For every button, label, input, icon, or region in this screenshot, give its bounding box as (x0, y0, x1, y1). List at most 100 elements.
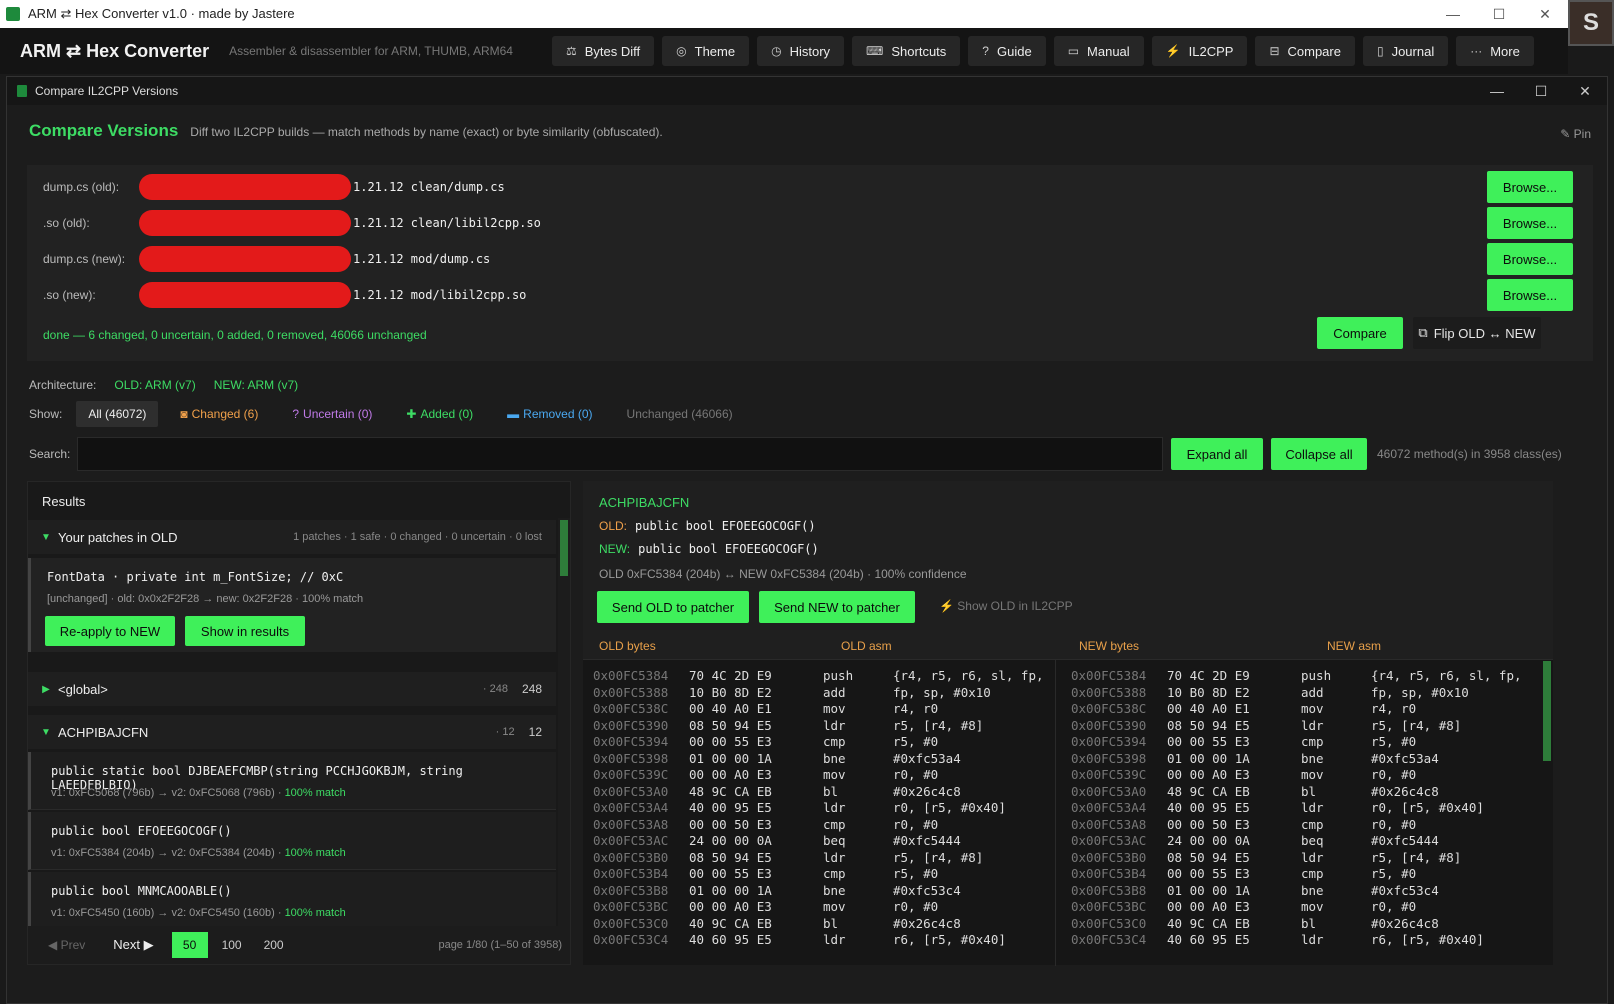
filter-unchanged[interactable]: Unchanged (46066) (615, 401, 745, 427)
code-line: 0x00FC53C4 40 60 95 E5 ldr r6, [r5, #0x40] (593, 932, 1053, 949)
show-old-il2cpp-button[interactable]: ⚡ Show OLD in IL2CPP (939, 599, 1073, 613)
send-old-button[interactable]: Send OLD to patcher (597, 591, 749, 623)
code-bytes: 00 00 50 E3 (1167, 816, 1250, 832)
group-global[interactable]: ▶ <global> · 248 248 (28, 672, 556, 706)
keyboard-icon: ⌨ (866, 44, 884, 58)
code-bytes: 00 40 A0 E1 (1167, 701, 1250, 716)
code-address: 0x00FC5384 (593, 668, 669, 683)
nav-theme-button[interactable]: ◎ Theme (662, 36, 750, 66)
page-size-200[interactable]: 200 (256, 932, 292, 958)
code-address: 0x00FC539C (1071, 767, 1147, 782)
browse-button[interactable]: Browse... (1487, 207, 1573, 239)
arch-new: NEW: ARM (v7) (213, 378, 299, 392)
code-address: 0x00FC53A0 (593, 783, 669, 799)
nav-manual-button[interactable]: ▭ Manual (1053, 36, 1144, 66)
code-line: 0x00FC53B0 08 50 94 E5 ldr r5, [r4, #8] (593, 850, 1053, 867)
browse-button[interactable]: Browse... (1487, 171, 1573, 203)
code-address: 0x00FC53B8 (593, 882, 669, 898)
code-mnemonic: add (823, 684, 846, 700)
code-mnemonic: bne (1301, 750, 1324, 766)
nav-bytes-diff-button[interactable]: ⚖ Bytes Diff (552, 36, 655, 66)
method-row[interactable]: public bool EFOEEGOCOGF() v1: 0xFC5384 (… (28, 812, 556, 870)
filter-all[interactable]: All (46072) (76, 401, 159, 427)
code-mnemonic: bl (1301, 915, 1317, 931)
code-mnemonic: ldr (1301, 800, 1324, 815)
code-mnemonic: bne (823, 882, 846, 898)
show-in-results-button[interactable]: Show in results (185, 616, 305, 646)
nav-journal-button[interactable]: ▯ Journal (1362, 36, 1449, 66)
code-operands: #0xfc53a4 (893, 750, 961, 766)
group-class[interactable]: ▼ ACHPIBAJCFN · 12 12 (28, 715, 556, 749)
compare-button[interactable]: Compare (1317, 317, 1403, 349)
page-size-100[interactable]: 100 (214, 932, 250, 958)
code-line: 0x00FC5388 10 B0 8D E2 add fp, sp, #0x10 (593, 685, 1053, 702)
code-bytes: 40 60 95 E5 (1167, 932, 1250, 947)
code-line: 0x00FC53B8 01 00 00 1A bne #0xfc53c4 (1071, 883, 1531, 900)
group-name: ACHPIBAJCFN (58, 724, 149, 740)
prev-page-button[interactable]: ◀ Prev (48, 938, 85, 952)
code-operands: #0xfc53c4 (1371, 882, 1439, 898)
search-input[interactable] (77, 437, 1163, 471)
flip-button[interactable]: ⧉ Flip OLD ↔ NEW (1413, 317, 1541, 349)
nav-guide-button[interactable]: ? Guide (968, 36, 1046, 66)
nav-compare-button[interactable]: ⊟ Compare (1255, 36, 1355, 66)
code-address: 0x00FC5394 (1071, 734, 1147, 749)
code-operands: r6, [r5, #0x40] (1371, 932, 1484, 947)
code-operands: {r4, r5, r6, sl, fp, (893, 668, 1044, 683)
pin-button[interactable]: ✎ Pin (1560, 127, 1591, 141)
nav-shortcuts-button[interactable]: ⌨ Shortcuts (852, 36, 961, 66)
code-bytes: 08 50 94 E5 (1167, 849, 1250, 865)
dialog-maximize-button[interactable]: ☐ (1519, 83, 1563, 100)
filter-uncertain[interactable]: ? Uncertain (0) (280, 401, 384, 427)
minimize-button[interactable]: — (1430, 6, 1476, 23)
filter-changed[interactable]: ◙ Changed (6) (168, 401, 270, 427)
code-operands: r5, #0 (893, 866, 939, 881)
browse-button[interactable]: Browse... (1487, 279, 1573, 311)
method-count: 46072 method(s) in 3958 class(es) (1377, 447, 1562, 461)
browse-button[interactable]: Browse... (1487, 243, 1573, 275)
avatar[interactable]: S (1568, 0, 1614, 46)
pager: ◀ Prev Next ▶ 50 100 200 page 1/80 (1–50… (28, 926, 570, 964)
code-operands: r5, #0 (1371, 866, 1417, 881)
expanded-triangle-icon: ▼ (41, 726, 51, 738)
code-operands: r5, [r4, #8] (893, 849, 984, 865)
method-addr: v1: 0xFC5384 (204b) → v2: 0xFC5384 (204b… (51, 847, 285, 859)
results-scroll-thumb[interactable] (560, 520, 568, 576)
file-path: 1.21.12 clean/dump.cs (353, 180, 505, 194)
filter-removed[interactable]: ▬ Removed (0) (495, 401, 604, 427)
code-address: 0x00FC53B4 (593, 866, 669, 881)
code-address: 0x00FC53AC (593, 833, 669, 848)
group-patches[interactable]: ▼ Your patches in OLD 1 patches · 1 safe… (28, 520, 556, 554)
code-view: 0x00FC5384 70 4C 2D E9 push {r4, r5, r6, sl… (583, 659, 1553, 966)
nav-history-button[interactable]: ◷ History (757, 36, 845, 66)
method-row[interactable]: public bool MNMCAOOABLE() v1: 0xFC5450 (… (28, 872, 556, 930)
close-button[interactable]: ✕ (1522, 6, 1568, 23)
code-operands: r4, r0 (893, 701, 939, 716)
code-line: 0x00FC53A4 40 00 95 E5 ldr r0, [r5, #0x40] (1071, 800, 1531, 817)
reapply-button[interactable]: Re-apply to NEW (45, 616, 175, 646)
detail-scroll-thumb[interactable] (1543, 661, 1551, 761)
maximize-button[interactable]: ☐ (1476, 6, 1522, 23)
next-page-button[interactable]: Next ▶ (113, 937, 153, 953)
nav-more-button[interactable]: ··· More (1456, 36, 1534, 66)
code-operands: r5, #0 (893, 734, 939, 749)
code-operands: #0xfc53c4 (893, 882, 961, 898)
app-title: ARM ⇄ Hex Converter (20, 40, 210, 61)
results-scrollbar[interactable] (558, 518, 570, 928)
send-new-button[interactable]: Send NEW to patcher (759, 591, 915, 623)
collapse-all-button[interactable]: Collapse all (1271, 438, 1367, 470)
page-size-50[interactable]: 50 (171, 932, 208, 958)
more-icon: ··· (1470, 44, 1483, 58)
filter-added[interactable]: ✚ Added (0) (394, 401, 485, 427)
code-operands: #0x26c4c8 (893, 915, 961, 931)
nav-il2cpp-button[interactable]: ⚡ IL2CPP (1151, 36, 1248, 66)
dialog-close-button[interactable]: ✕ (1563, 83, 1607, 100)
method-row[interactable]: public static bool DJBEAEFCMBP(string PC… (28, 752, 556, 810)
expand-all-button[interactable]: Expand all (1171, 438, 1263, 470)
clock-icon: ◷ (771, 44, 782, 58)
code-line: 0x00FC53AC 24 00 00 0A beq #0xfc5444 (593, 833, 1053, 850)
compare-icon: ⊟ (1269, 44, 1280, 58)
search-row: Search: Expand all Collapse all 46072 me… (29, 437, 1599, 471)
code-address: 0x00FC53AC (1071, 833, 1147, 848)
dialog-minimize-button[interactable]: — (1475, 83, 1519, 100)
